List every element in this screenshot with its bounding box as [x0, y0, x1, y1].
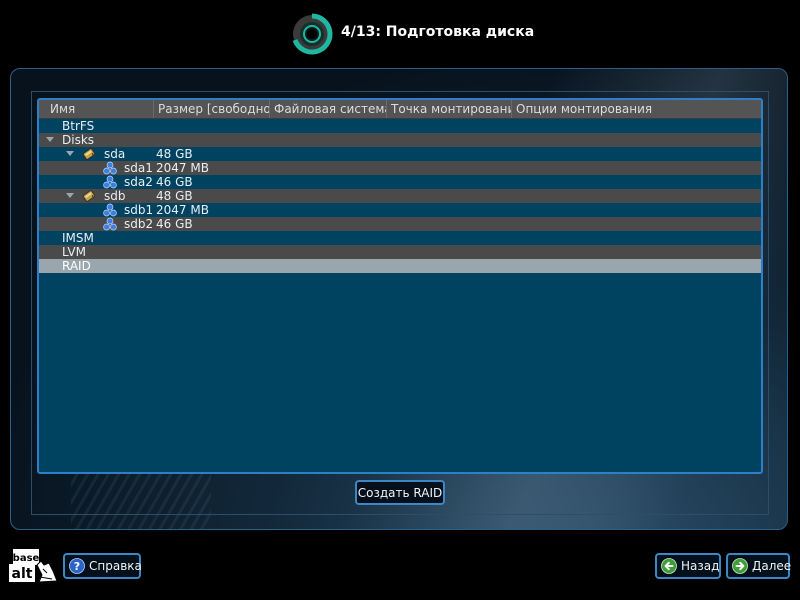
row-size: 46 GB	[156, 175, 193, 189]
row-size: 46 GB	[156, 217, 193, 231]
tree-row-btrfs[interactable]: BtrFS	[39, 119, 761, 133]
help-label: Справка	[89, 559, 142, 573]
svg-text:?: ?	[74, 560, 80, 573]
row-name: RAID	[62, 259, 91, 273]
expand-arrow-icon[interactable]	[66, 193, 74, 198]
row-name: sdb1	[124, 203, 154, 217]
tree-row-raid[interactable]: RAID	[39, 259, 761, 273]
row-size: 48 GB	[156, 147, 193, 161]
help-icon: ?	[69, 558, 85, 574]
partition-tree[interactable]: Имя Размер [свободно] Файловая система Т…	[37, 98, 763, 474]
row-name: sdb	[104, 189, 126, 203]
tree-row-lvm[interactable]: LVM	[39, 245, 761, 259]
row-name: BtrFS	[62, 119, 95, 133]
row-name: Disks	[62, 133, 95, 147]
tree-rows: BtrFS Disks sda 48 GB sda1 2047 MB sda2 …	[39, 119, 761, 273]
tree-row-disks[interactable]: Disks	[39, 133, 761, 147]
row-name: IMSM	[62, 231, 94, 245]
expand-arrow-icon[interactable]	[66, 151, 74, 156]
expand-arrow-icon[interactable]	[46, 137, 54, 142]
partition-icon	[103, 175, 117, 189]
column-header-mountpoint[interactable]: Точка монтирования	[387, 100, 512, 118]
tree-row-sda[interactable]: sda 48 GB	[39, 147, 761, 161]
partition-icon	[103, 217, 117, 231]
row-name: LVM	[62, 245, 86, 259]
row-size: 48 GB	[156, 189, 193, 203]
hard-disk-icon	[82, 190, 96, 202]
row-name: sda1	[124, 161, 153, 175]
tree-row-sda2[interactable]: sda2 46 GB	[39, 175, 761, 189]
column-header-mount-options[interactable]: Опции монтирования	[512, 100, 761, 118]
hard-disk-icon	[82, 148, 96, 160]
tree-row-sdb[interactable]: sdb 48 GB	[39, 189, 761, 203]
row-size: 2047 MB	[156, 161, 209, 175]
back-label: Назад	[681, 559, 720, 573]
arrow-right-icon	[732, 558, 748, 574]
progress-ring-icon	[292, 13, 333, 55]
installer-header: 4/13: Подготовка диска	[0, 0, 800, 68]
row-size: 2047 MB	[156, 203, 209, 217]
back-button[interactable]: Назад	[655, 553, 721, 579]
column-header-filesystem[interactable]: Файловая система	[270, 100, 387, 118]
svg-text:base: base	[13, 553, 40, 564]
tree-row-imsm[interactable]: IMSM	[39, 231, 761, 245]
step-title: 4/13: Подготовка диска	[341, 24, 535, 40]
row-name: sda	[104, 147, 126, 161]
row-name: sdb2	[124, 217, 154, 231]
basealt-logo: base alt	[9, 549, 58, 583]
arrow-left-icon	[661, 558, 677, 574]
column-header-name[interactable]: Имя	[39, 100, 154, 118]
column-header-size[interactable]: Размер [свободно]	[154, 100, 270, 118]
tree-row-sdb1[interactable]: sdb1 2047 MB	[39, 203, 761, 217]
create-raid-button[interactable]: Создать RAID	[355, 480, 445, 505]
tree-header: Имя Размер [свободно] Файловая система Т…	[39, 100, 761, 119]
partition-icon	[103, 161, 117, 175]
row-name: sda2	[124, 175, 153, 189]
tree-row-sdb2[interactable]: sdb2 46 GB	[39, 217, 761, 231]
next-button[interactable]: Далее	[726, 553, 792, 579]
partition-icon	[103, 203, 117, 217]
help-button[interactable]: ? Справка	[63, 553, 142, 579]
next-label: Далее	[752, 559, 792, 573]
svg-text:alt: alt	[12, 566, 33, 582]
tree-row-sda1[interactable]: sda1 2047 MB	[39, 161, 761, 175]
